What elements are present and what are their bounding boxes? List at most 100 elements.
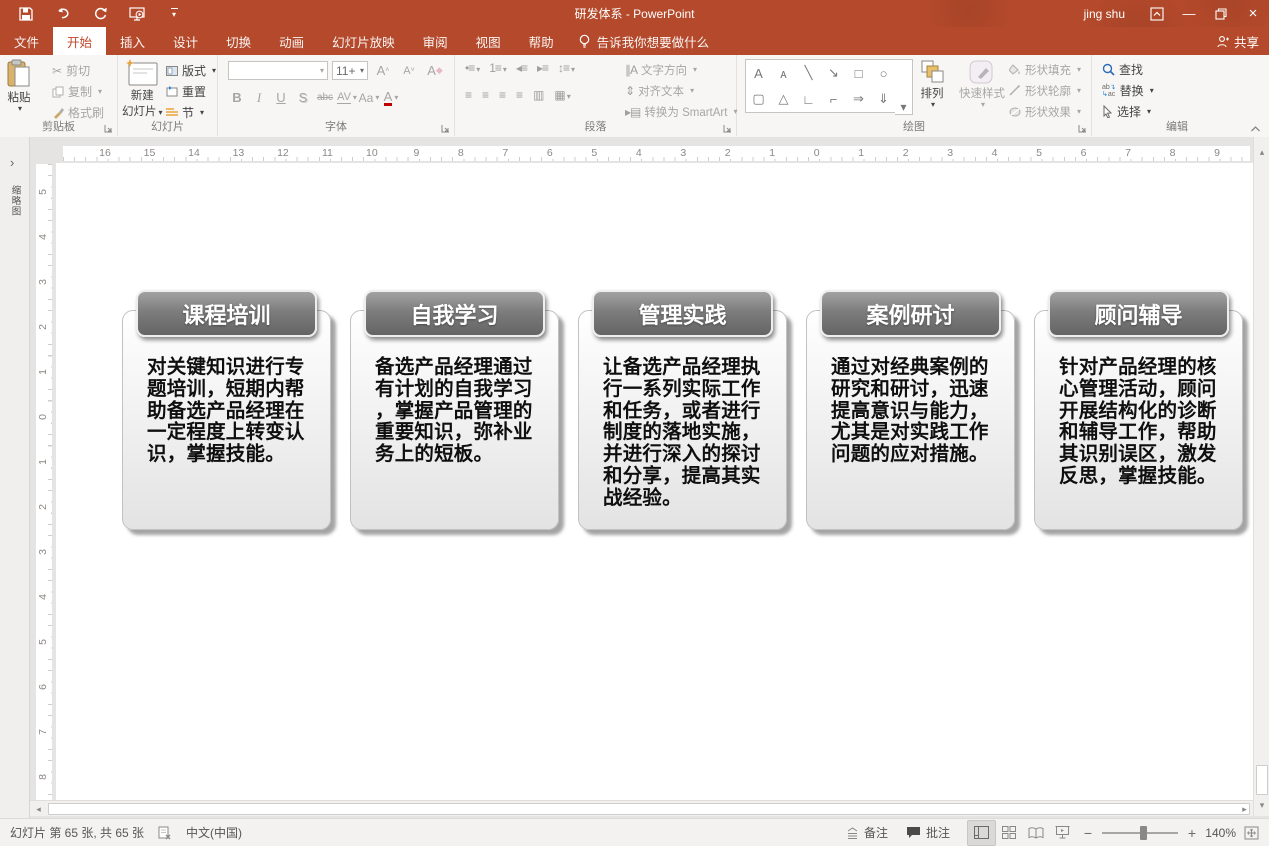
tab-3[interactable]: 设计 [159, 27, 212, 55]
card-title[interactable]: 管理实践 [592, 290, 773, 337]
triangle-icon[interactable]: △ [771, 86, 796, 112]
comments-button[interactable]: 批注 [906, 824, 950, 841]
tab-1[interactable]: 开始 [53, 27, 106, 55]
vertical-text-box-icon[interactable]: ᴀ [771, 60, 796, 86]
numbering-icon[interactable]: 1≡▾ [489, 61, 506, 75]
scroll-right-icon[interactable]: ▸ [1237, 802, 1252, 816]
scroll-up-icon[interactable]: ▴ [1255, 145, 1269, 160]
paragraph-dialog-launcher-icon[interactable] [723, 124, 732, 133]
card-body-text[interactable]: 对关键知识进行专 题培训，短期内帮 助备选产品经理在 一定程度上转变认 识，掌握… [122, 310, 331, 530]
card-body-text[interactable]: 让备选产品经理执 行一系列实际工作 和任务，或者进行 制度的落地实施， 并进行深… [578, 310, 787, 530]
elbow-connector-icon[interactable]: ∟ [796, 86, 821, 112]
fit-slide-to-window-icon[interactable] [1244, 826, 1259, 840]
horizontal-scrollbar[interactable]: ◂ ▸ [30, 800, 1253, 816]
undo-icon[interactable] [49, 2, 77, 26]
font-dialog-launcher-icon[interactable] [441, 124, 450, 133]
vertical-scrollbar[interactable]: ▴ ▾ [1253, 137, 1269, 816]
slide-card[interactable]: 针对产品经理的核 心管理活动，顾问 开展结构化的诊断 和辅导工作，帮助 其识别误… [1034, 290, 1243, 535]
expand-pane-icon[interactable]: › [10, 155, 14, 170]
tab-5[interactable]: 动画 [265, 27, 318, 55]
scroll-down-icon[interactable]: ▾ [1255, 798, 1269, 813]
start-slideshow-icon[interactable] [123, 2, 151, 26]
character-spacing-button[interactable]: AV▾ [336, 87, 358, 108]
slide-number-status[interactable]: 幻灯片 第 65 张, 共 65 张 [10, 824, 144, 841]
drawing-dialog-launcher-icon[interactable] [1078, 124, 1087, 133]
align-text-button[interactable]: ⇕对齐文本▾ [625, 80, 737, 101]
justify-icon[interactable]: ≡ [516, 88, 522, 102]
right-arrow-icon[interactable]: ⇒ [846, 86, 871, 112]
line-spacing-icon[interactable]: ↕≡▾ [558, 61, 574, 75]
text-box-icon[interactable]: A [746, 60, 771, 86]
bullets-icon[interactable]: •≡▾ [465, 61, 479, 75]
shape-fill-button[interactable]: 形状填充▾ [1009, 59, 1081, 80]
scroll-left-icon[interactable]: ◂ [31, 802, 46, 816]
find-button[interactable]: 查找 [1102, 59, 1154, 80]
font-color-button[interactable]: A▾ [380, 87, 402, 108]
slide-card[interactable]: 对关键知识进行专 题培训，短期内帮 助备选产品经理在 一定程度上转变认 识，掌握… [122, 290, 331, 535]
tab-2[interactable]: 插入 [106, 27, 159, 55]
card-title[interactable]: 顾问辅导 [1048, 290, 1229, 337]
repeat-icon[interactable] [86, 2, 114, 26]
align-right-icon[interactable]: ≡ [499, 88, 505, 102]
increase-indent-icon[interactable]: ▸≡ [537, 61, 548, 75]
clipboard-dialog-launcher-icon[interactable] [104, 124, 113, 133]
minimize-button[interactable]: — [1173, 0, 1205, 27]
text-shadow-button[interactable]: S [292, 87, 314, 108]
replace-button[interactable]: ab↴↳ac 替换▾ [1102, 80, 1154, 101]
change-case-button[interactable]: Aa▾ [358, 87, 380, 108]
zoom-out-button[interactable]: − [1082, 825, 1094, 841]
slide-editing-area[interactable]: 对关键知识进行专 题培训，短期内帮 助备选产品经理在 一定程度上转变认 识，掌握… [56, 163, 1253, 800]
thumbnail-pane-collapsed[interactable]: › 缩略图 [0, 137, 30, 818]
card-body-text[interactable]: 针对产品经理的核 心管理活动，顾问 开展结构化的诊断 和辅导工作，帮助 其识别误… [1034, 310, 1243, 530]
new-slide-button[interactable]: 新建 幻灯片▾ [122, 59, 163, 119]
align-center-icon[interactable]: ≡ [482, 88, 488, 102]
tab-file[interactable]: 文件 [0, 27, 53, 55]
spell-check-icon[interactable] [158, 826, 172, 840]
arrow-icon[interactable]: ↘ [821, 60, 846, 86]
quick-styles-button[interactable]: 快速样式 ▾ [959, 59, 1005, 109]
underline-button[interactable]: U [270, 87, 292, 108]
card-body-text[interactable]: 通过对经典案例的 研究和研讨，迅速 提高意识与能力， 尤其是对实践工作 问题的应… [806, 310, 1015, 530]
tab-8[interactable]: 视图 [462, 27, 515, 55]
copy-button[interactable]: 复制▾ [52, 81, 104, 102]
zoom-level[interactable]: 140% [1198, 826, 1236, 840]
normal-view-button[interactable] [968, 821, 995, 845]
vertical-scrollbar-thumb[interactable] [1256, 765, 1268, 795]
card-title[interactable]: 课程培训 [136, 290, 317, 337]
language-status[interactable]: 中文(中国) [186, 824, 242, 841]
slide-card[interactable]: 通过对经典案例的 研究和研讨，迅速 提高意识与能力， 尤其是对实践工作 问题的应… [806, 290, 1015, 535]
reset-button[interactable]: 重置 [166, 81, 216, 102]
arrange-button[interactable]: 排列 ▾ [919, 59, 945, 109]
shapes-gallery-more-icon[interactable]: ▾ [895, 59, 913, 115]
ribbon-display-options-icon[interactable] [1141, 0, 1173, 27]
collapse-ribbon-icon[interactable] [1250, 125, 1261, 133]
elbow-arrow-connector-icon[interactable]: ⌐ [821, 86, 846, 112]
italic-button[interactable]: I [248, 87, 270, 108]
tab-7[interactable]: 审阅 [409, 27, 462, 55]
slide-card[interactable]: 备选产品经理通过 有计划的自我学习 ，掌握产品管理的 重要知识，弥补业 务上的短… [350, 290, 559, 535]
customize-qat-icon[interactable]: ▾ [160, 2, 188, 26]
columns-icon[interactable]: ▥ [533, 88, 543, 102]
line-icon[interactable]: ╲ [796, 60, 821, 86]
align-left-icon[interactable]: ≡ [465, 88, 471, 102]
tell-me-box[interactable]: 告诉我你想要做什么 [568, 27, 720, 55]
shape-outline-button[interactable]: 形状轮廓▾ [1009, 80, 1081, 101]
layout-button[interactable]: 版式▾ [166, 60, 216, 81]
rounded-rectangle-icon[interactable]: ▢ [746, 86, 771, 112]
restore-button[interactable] [1205, 0, 1237, 27]
reading-view-button[interactable] [1022, 821, 1049, 845]
card-title[interactable]: 自我学习 [364, 290, 545, 337]
font-size-combobox[interactable]: 11+▾ [332, 61, 368, 80]
card-body-text[interactable]: 备选产品经理通过 有计划的自我学习 ，掌握产品管理的 重要知识，弥补业 务上的短… [350, 310, 559, 530]
zoom-slider[interactable] [1102, 832, 1178, 834]
zoom-in-button[interactable]: + [1186, 825, 1198, 841]
rectangle-icon[interactable]: □ [846, 60, 871, 86]
zoom-slider-thumb[interactable] [1140, 826, 1147, 840]
slide-sorter-view-button[interactable] [995, 821, 1022, 845]
text-direction-button[interactable]: ∥A文字方向▾ [625, 59, 737, 80]
down-arrow-icon[interactable]: ⇓ [871, 86, 896, 112]
save-icon[interactable] [12, 2, 40, 26]
horizontal-scrollbar-thumb[interactable] [48, 803, 1250, 815]
clear-formatting-button[interactable]: A◆ [424, 60, 446, 81]
slideshow-view-button[interactable] [1049, 821, 1076, 845]
